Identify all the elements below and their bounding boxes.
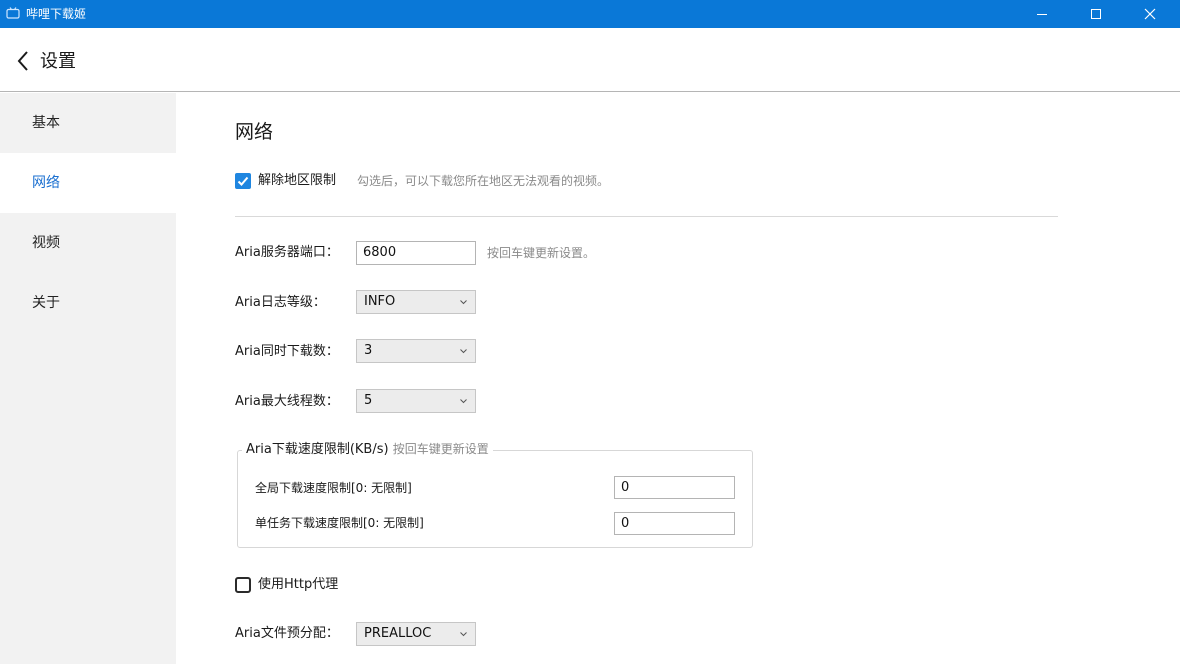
sidebar-item-video[interactable]: 视频 <box>0 213 176 273</box>
aria-port-input[interactable]: 6800 <box>356 241 476 265</box>
title-bar[interactable]: 哔哩下载姬 <box>0 0 1180 28</box>
aria-log-level-label: Aria日志等级： <box>235 295 326 310</box>
chevron-down-icon <box>460 349 467 354</box>
sidebar-item-label: 关于 <box>32 295 60 311</box>
task-speed-limit-label: 单任务下载速度限制[0: 无限制] <box>255 516 424 530</box>
global-speed-limit-label: 全局下载速度限制[0: 无限制] <box>255 481 412 495</box>
global-speed-limit-input[interactable]: 0 <box>614 476 735 499</box>
aria-port-label: Aria服务器端口： <box>235 245 339 260</box>
aria-max-threads-label: Aria最大线程数： <box>235 394 339 409</box>
speed-limit-legend-hint: 按回车键更新设置 <box>392 442 489 456</box>
aria-concurrent-label: Aria同时下载数： <box>235 344 339 359</box>
http-proxy-checkbox[interactable] <box>235 577 251 593</box>
aria-max-threads-select[interactable]: 5 <box>356 389 476 413</box>
sidebar-item-label: 视频 <box>32 235 60 251</box>
divider <box>235 216 1058 217</box>
speed-limit-legend: Aria下载速度限制(KB/s) 按回车键更新设置 <box>242 440 493 459</box>
aria-file-prealloc-select[interactable]: PREALLOC <box>356 622 476 646</box>
sidebar-item-label: 基本 <box>32 115 60 131</box>
aria-max-threads-value: 5 <box>364 393 373 408</box>
maximize-icon <box>1091 9 1101 19</box>
tv-icon <box>6 7 20 19</box>
aria-log-level-value: INFO <box>364 294 396 309</box>
aria-log-level-select[interactable]: INFO <box>356 290 476 314</box>
chevron-left-icon <box>17 51 28 71</box>
region-unlock-hint: 勾选后，可以下载您所在地区无法观看的视频。 <box>357 174 610 188</box>
sidebar-item-basic[interactable]: 基本 <box>0 93 176 153</box>
region-unlock-checkbox[interactable] <box>235 173 251 189</box>
close-button[interactable] <box>1126 0 1174 28</box>
aria-port-hint: 按回车键更新设置。 <box>487 246 596 260</box>
chevron-down-icon <box>460 399 467 404</box>
chevron-down-icon <box>460 632 467 637</box>
sidebar-item-about[interactable]: 关于 <box>0 273 176 333</box>
back-button[interactable] <box>14 48 36 74</box>
sidebar-item-label: 网络 <box>32 175 60 191</box>
sidebar-item-network[interactable]: 网络 <box>0 153 176 213</box>
region-unlock-label[interactable]: 解除地区限制 <box>258 172 336 190</box>
minimize-icon <box>1037 14 1047 15</box>
aria-file-prealloc-label: Aria文件预分配： <box>235 626 339 641</box>
settings-header: 设置 <box>0 28 1180 92</box>
settings-content: 网络 解除地区限制 勾选后，可以下载您所在地区无法观看的视频。 Aria服务器端… <box>176 93 1180 664</box>
minimize-button[interactable] <box>1018 0 1066 28</box>
settings-sidebar: 基本 网络 视频 关于 <box>0 93 176 664</box>
task-speed-limit-input[interactable]: 0 <box>614 512 735 535</box>
aria-concurrent-select[interactable]: 3 <box>356 339 476 363</box>
section-title: 网络 <box>235 121 274 143</box>
close-icon <box>1144 8 1156 20</box>
page-title: 设置 <box>40 51 76 72</box>
aria-concurrent-value: 3 <box>364 343 373 358</box>
maximize-button[interactable] <box>1072 0 1120 28</box>
checkmark-icon <box>237 176 249 186</box>
speed-limit-legend-title: Aria下载速度限制(KB/s) <box>246 442 389 457</box>
app-window: 哔哩下载姬 设置 基本 网络 视频 关于 网络 解除地区限制 勾选后，可以下载您… <box>0 0 1180 664</box>
http-proxy-label[interactable]: 使用Http代理 <box>258 576 338 594</box>
chevron-down-icon <box>460 300 467 305</box>
aria-file-prealloc-value: PREALLOC <box>364 626 432 641</box>
app-title: 哔哩下载姬 <box>26 7 87 21</box>
